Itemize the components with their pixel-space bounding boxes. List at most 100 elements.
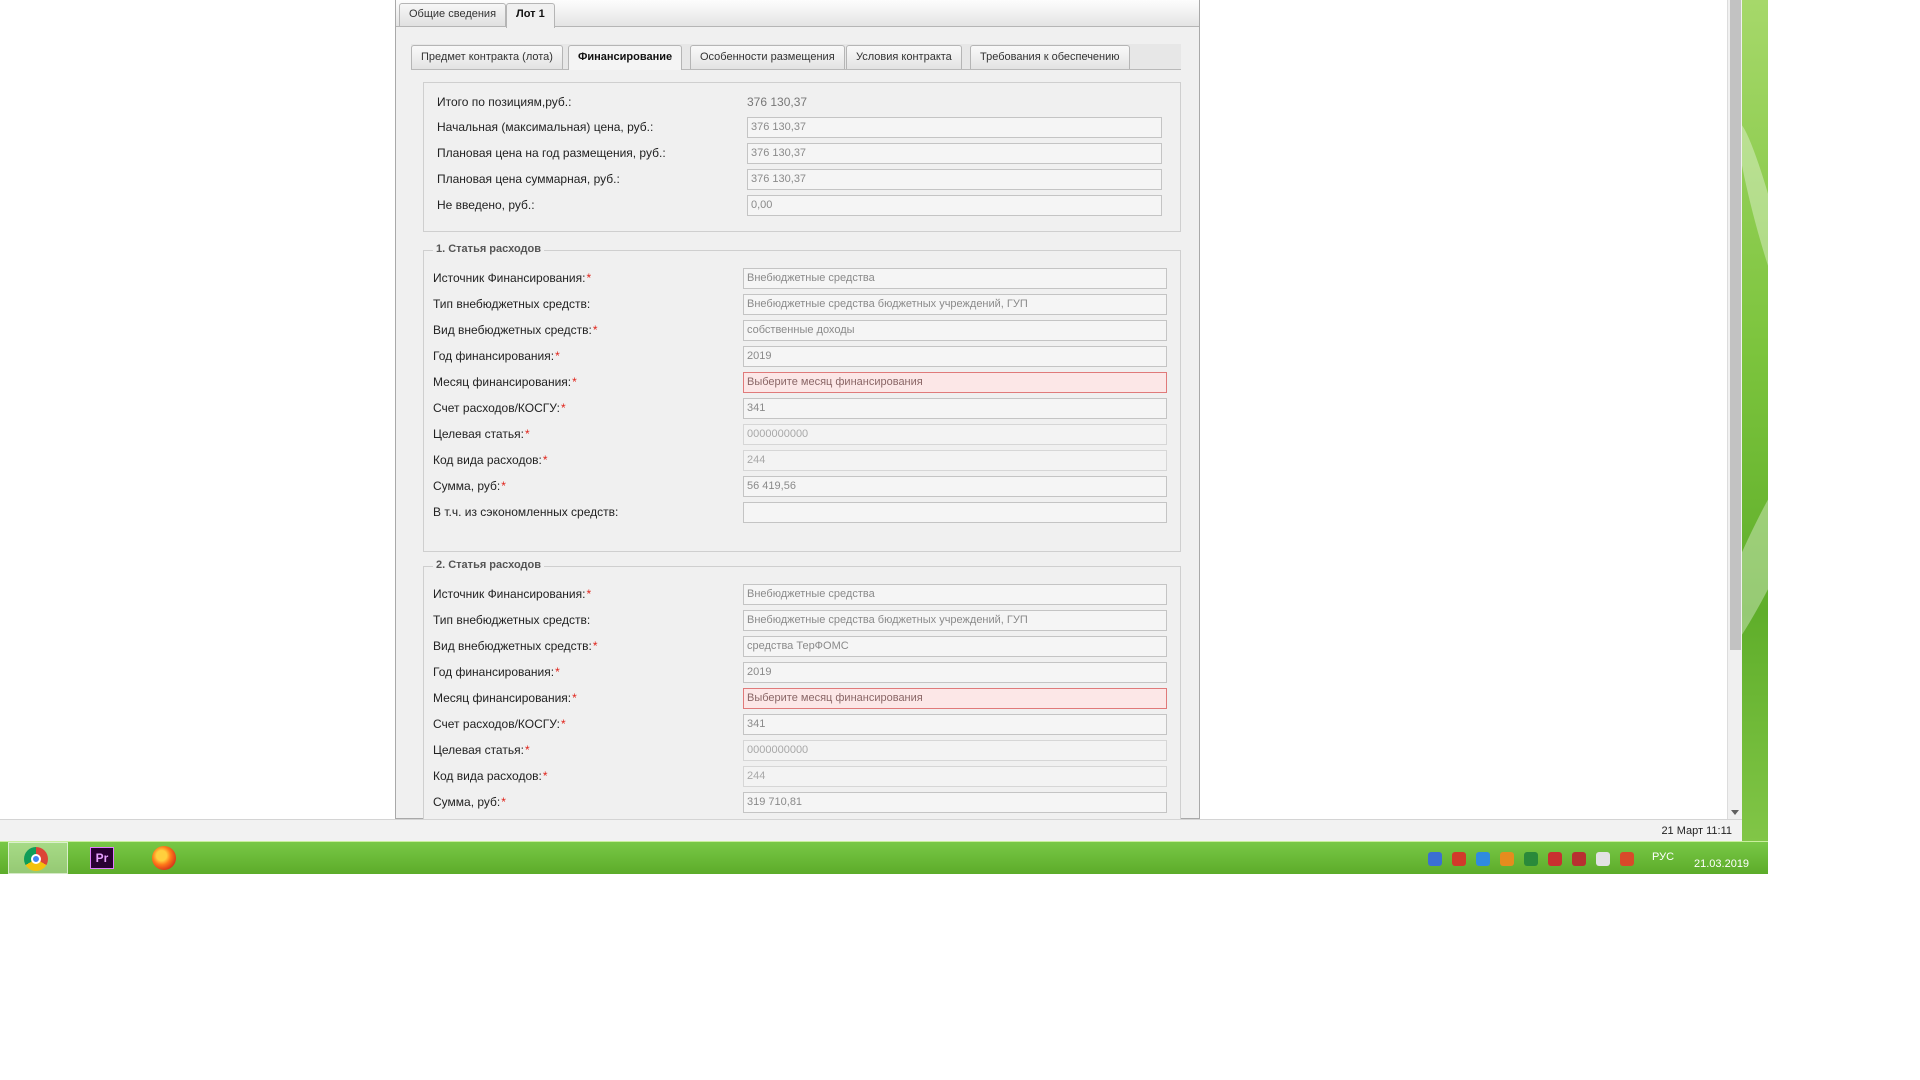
target-field: 0000000000 [743,740,1167,761]
required-mark: * [501,795,506,809]
tab-contract-subject[interactable]: Предмет контракта (лота) [411,45,563,69]
expense-code-field: 244 [743,766,1167,787]
tray-update-icon[interactable] [1500,852,1514,866]
kind-label: Вид внебюджетных средств: [433,323,592,337]
type-label: Тип внебюджетных средств: [433,613,591,627]
required-mark: * [572,691,577,705]
expense-code-label: Код вида расходов: [433,453,542,467]
month-select[interactable]: Выберите месяц финансирования [743,688,1167,709]
expense-section-2: 2. Статья расходов Источник Финансирован… [423,559,1181,819]
planned-year-field[interactable]: 376 130,37 [747,143,1162,164]
planned-total-label: Плановая цена суммарная, руб.: [437,172,620,186]
scroll-down-arrow-icon[interactable] [1731,810,1739,815]
tray-shield-icon[interactable] [1524,852,1538,866]
required-mark: * [542,769,548,783]
account-field[interactable]: 341 [743,398,1167,419]
tab-contract-terms[interactable]: Условия контракта [846,45,962,69]
required-mark: * [524,743,530,757]
required-mark: * [542,453,548,467]
tray-network-icon[interactable] [1428,852,1442,866]
tab-security-requirements[interactable]: Требования к обеспечению [970,45,1130,69]
planned-year-label: Плановая цена на год размещения, руб.: [437,146,666,160]
taskbar-chrome[interactable] [8,842,68,874]
planned-total-field[interactable]: 376 130,37 [747,169,1162,190]
tray-pdf-icon[interactable] [1452,852,1466,866]
target-label: Целевая статья: [433,427,524,441]
tray-close-icon[interactable] [1548,852,1562,866]
kind-label: Вид внебюджетных средств: [433,639,592,653]
expense-1-title: 1. Статья расходов [433,243,544,255]
tray-power-icon[interactable] [1620,852,1634,866]
sum-label: Сумма, руб: [433,479,501,493]
browser-viewport: Общие сведения Лот 1 Предмет контракта (… [0,0,1742,819]
status-datetime: 21 Март 11:11 [1661,825,1732,837]
taskbar-date[interactable]: 21.03.2019 [1694,858,1749,870]
scrollbar-thumb[interactable] [1730,0,1741,650]
tray-chat-icon[interactable] [1476,852,1490,866]
year-field[interactable]: 2019 [743,662,1167,683]
taskbar-premiere[interactable]: Pr [72,842,132,874]
source-field[interactable]: Внебюджетные средства [743,268,1167,289]
type-field[interactable]: Внебюджетные средства бюджетных учрежден… [743,610,1167,631]
sum-field[interactable]: 56 419,56 [743,476,1167,497]
taskbar: Pr РУС 21.03.2019 [0,841,1768,874]
type-label: Тип внебюджетных средств: [433,297,591,311]
account-label: Счет расходов/КОСГУ: [433,401,560,415]
required-mark: * [572,375,577,389]
target-field: 0000000000 [743,424,1167,445]
expense-section-1: 1. Статья расходов Источник Финансирован… [423,243,1181,552]
month-label: Месяц финансирования: [433,691,572,705]
year-label: Год финансирования: [433,349,555,363]
required-mark: * [501,479,506,493]
vertical-scrollbar[interactable] [1727,0,1742,819]
required-mark: * [592,323,598,337]
account-field[interactable]: 341 [743,714,1167,735]
required-mark: * [592,639,598,653]
target-label: Целевая статья: [433,743,524,757]
initial-price-field[interactable]: 376 130,37 [747,117,1162,138]
tray-alert-icon[interactable] [1572,852,1586,866]
total-label: Итого по позициям,руб.: [437,95,572,109]
status-bar: 21 Март 11:11 [0,819,1742,841]
expense-code-field: 244 [743,450,1167,471]
tab-general-info[interactable]: Общие сведения [399,3,507,26]
expense-2-title: 2. Статья расходов [433,559,544,571]
required-mark: * [560,401,566,415]
not-entered-label: Не введено, руб.: [437,198,535,212]
taskbar-firefox[interactable] [134,842,194,874]
source-label: Источник Финансирования: [433,587,586,601]
firefox-icon [152,846,176,870]
month-label: Месяц финансирования: [433,375,572,389]
saved-field[interactable] [743,502,1167,523]
saved-label: В т.ч. из сэкономленных средств: [433,505,619,519]
year-label: Год финансирования: [433,665,555,679]
premiere-icon: Pr [90,847,114,869]
initial-price-label: Начальная (максимальная) цена, руб.: [437,120,654,134]
required-mark: * [586,587,592,601]
type-field[interactable]: Внебюджетные средства бюджетных учрежден… [743,294,1167,315]
month-select[interactable]: Выберите месяц финансирования [743,372,1167,393]
required-mark: * [524,427,530,441]
tab-placement-features[interactable]: Особенности размещения [690,45,845,69]
sub-tab-bar: Предмет контракта (лота) Финансирование … [411,44,1181,70]
required-mark: * [555,349,560,363]
required-mark: * [586,271,592,285]
tray-volume-icon[interactable] [1596,852,1610,866]
required-mark: * [555,665,560,679]
sum-label: Сумма, руб: [433,795,501,809]
tab-lot-1[interactable]: Лот 1 [506,3,555,28]
summary-panel: Итого по позициям,руб.: 376 130,37 Начал… [423,82,1181,232]
not-entered-field[interactable]: 0,00 [747,195,1162,216]
tab-financing[interactable]: Финансирование [568,45,683,70]
source-field[interactable]: Внебюджетные средства [743,584,1167,605]
total-value: 376 130,37 [747,95,808,109]
account-label: Счет расходов/КОСГУ: [433,717,560,731]
kind-field[interactable]: собственные доходы [743,320,1167,341]
main-tab-bar: Общие сведения Лот 1 [396,0,1199,28]
keyboard-language[interactable]: РУС [1652,851,1674,863]
sum-field[interactable]: 319 710,81 [743,792,1167,813]
kind-field[interactable]: средства ТерФОМС [743,636,1167,657]
year-field[interactable]: 2019 [743,346,1167,367]
expense-code-label: Код вида расходов: [433,769,542,783]
required-mark: * [560,717,566,731]
